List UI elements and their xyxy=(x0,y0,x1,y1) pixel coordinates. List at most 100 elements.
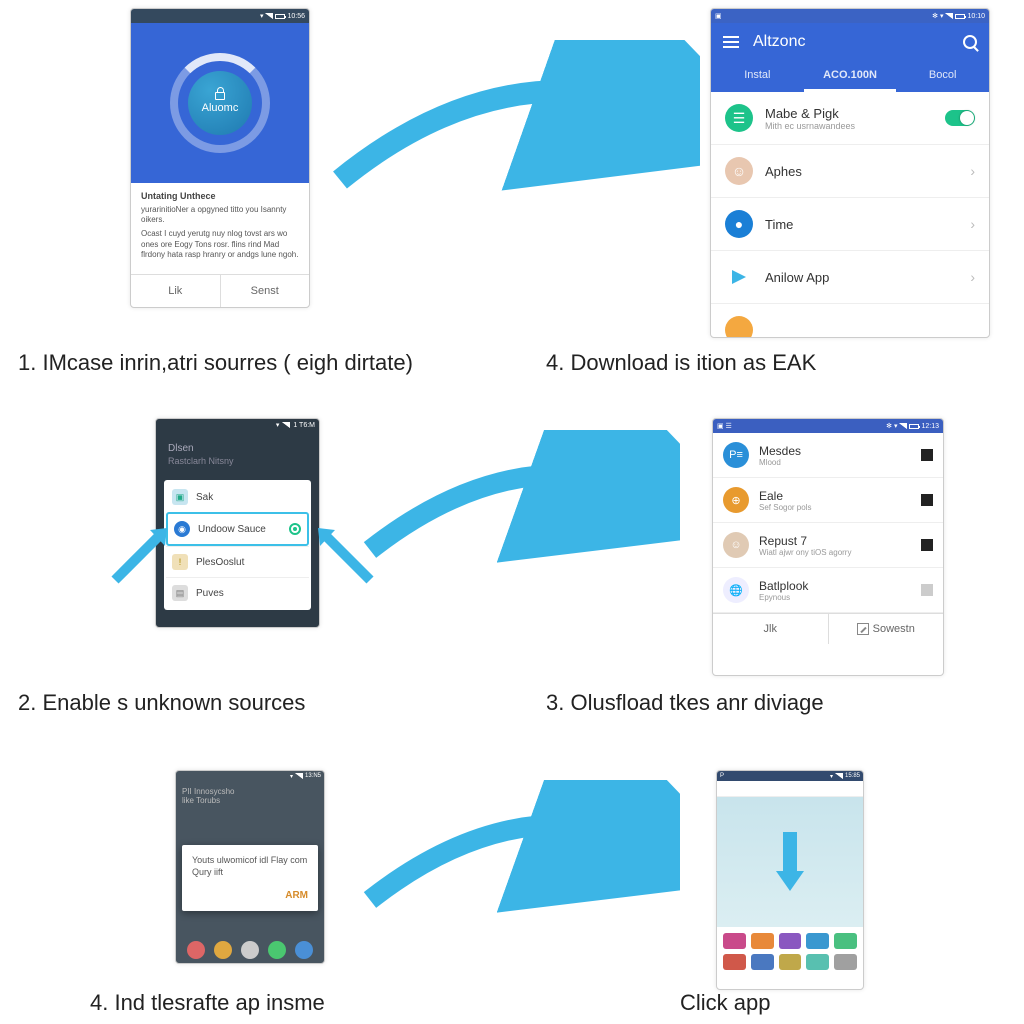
app-icon[interactable] xyxy=(723,933,746,949)
status-time: 13:N5 xyxy=(305,773,321,779)
carrier-icon: ▣ ☰ xyxy=(717,422,732,430)
wifi-icon: ▾ xyxy=(894,422,898,430)
battery-icon xyxy=(275,14,285,19)
option-label: Sak xyxy=(196,492,213,503)
app-icon[interactable] xyxy=(806,933,829,949)
file-icon: P≡ xyxy=(723,442,749,468)
avatar-icon: ☺ xyxy=(725,157,753,185)
save-button[interactable]: Sowestn xyxy=(829,614,944,644)
list-item[interactable]: P≡ MesdesMlood xyxy=(713,433,943,478)
status-bar: ▾ 1 T6:M xyxy=(156,419,319,431)
app-icon[interactable] xyxy=(834,954,857,970)
wifi-icon: ▾ xyxy=(940,12,944,20)
item-sub: Wiatl ajwr ony tiOS agorry xyxy=(759,548,921,557)
list-item[interactable]: ● Time › xyxy=(711,198,989,251)
caption-step1: 1. IMcase inrin,atri sourres ( eigh dirt… xyxy=(18,350,413,376)
item-title: Time xyxy=(765,217,970,232)
battery-icon xyxy=(955,14,965,19)
app-icon[interactable] xyxy=(779,933,802,949)
disc-icon: ⊕ xyxy=(723,487,749,513)
app-icon[interactable] xyxy=(751,954,774,970)
option-label: PlesOoslut xyxy=(196,557,244,568)
image-icon: ▣ xyxy=(172,489,188,505)
signal-icon xyxy=(295,773,303,779)
list-item[interactable]: ☺ Aphes › xyxy=(711,145,989,198)
download-arrow-icon xyxy=(770,827,810,897)
tab-local[interactable]: Bocol xyxy=(896,61,989,92)
wifi-icon: ▾ xyxy=(290,773,293,780)
app-icon[interactable] xyxy=(214,941,232,959)
info-card: Untating Unthece yurarinitioNer a opgyne… xyxy=(131,183,309,269)
item-title: Mesdes xyxy=(759,444,921,458)
app-icon[interactable] xyxy=(779,954,802,970)
globe-icon: 🌐 xyxy=(723,577,749,603)
signal-icon xyxy=(899,423,907,429)
caption-step2: 2. Enable s unknown sources xyxy=(18,690,305,716)
phone-step2: ▾ 1 T6:M Dlsen Rastclarh Nitsny ▣ Sak ◉ … xyxy=(155,418,320,628)
caption-step5: 4. Ind tlesrafte ap insme xyxy=(90,990,325,1016)
save-icon xyxy=(857,623,869,635)
avatar-icon: ☺ xyxy=(723,532,749,558)
caption-step6: Click app xyxy=(680,990,770,1016)
search-icon[interactable] xyxy=(963,35,977,49)
status-bar: ▾ 13:N5 xyxy=(176,771,324,781)
tab-install[interactable]: Instal xyxy=(711,61,804,92)
chevron-right-icon: › xyxy=(970,163,975,179)
signal-icon xyxy=(945,13,953,19)
cancel-button[interactable]: Lik xyxy=(131,275,221,307)
app-dock xyxy=(176,941,324,959)
status-bar: P▾15:85 xyxy=(717,771,863,781)
app-icon xyxy=(725,316,753,338)
app-icon[interactable] xyxy=(187,941,205,959)
progress-dial: Aluomc xyxy=(170,53,270,153)
carrier-icon: ▣ xyxy=(715,12,722,20)
download-region[interactable] xyxy=(717,797,863,927)
shield-icon: ◉ xyxy=(174,521,190,537)
list-item[interactable]: ⊕ EaleSef Sogor pols xyxy=(713,478,943,523)
item-sub: Mlood xyxy=(759,458,921,467)
checkbox[interactable] xyxy=(921,584,933,596)
menu-icon[interactable] xyxy=(723,36,739,48)
tab-action[interactable]: ACO.100N xyxy=(804,61,897,92)
item-sub: Sef Sogor pols xyxy=(759,503,921,512)
app-icon[interactable] xyxy=(295,941,313,959)
signal-icon xyxy=(835,773,843,779)
item-title: Anilow App xyxy=(765,270,970,285)
cancel-button[interactable]: Jlk xyxy=(713,614,829,644)
list-item[interactable]: ☺ Repust 7Wiatl ajwr ony tiOS agorry xyxy=(713,523,943,568)
chat-icon: ☰ xyxy=(725,104,753,132)
status-time: 15:85 xyxy=(845,773,860,779)
chevron-right-icon: › xyxy=(970,269,975,285)
option-unknown-sources[interactable]: ◉ Undoow Sauce xyxy=(166,512,309,546)
battery-icon xyxy=(909,424,919,429)
modal-confirm-button[interactable]: ARM xyxy=(192,890,308,901)
checkbox[interactable] xyxy=(921,449,933,461)
app-icon[interactable] xyxy=(751,933,774,949)
app-icon[interactable] xyxy=(723,954,746,970)
dial-label: Aluomc xyxy=(202,102,239,114)
option-label: Undoow Sauce xyxy=(198,524,266,535)
hero-area: Aluomc xyxy=(131,23,309,183)
checkbox[interactable] xyxy=(921,494,933,506)
list-item[interactable]: 🌐 BatlplookEpynous xyxy=(713,568,943,613)
card-text2: Ocast I cuyd yerutg nuy nlog tovst ars w… xyxy=(141,229,299,260)
app-icon[interactable] xyxy=(241,941,259,959)
status-bar: ▣ ✻ ▾ 10:10 xyxy=(711,9,989,23)
toggle-switch[interactable] xyxy=(945,110,975,126)
list-item[interactable]: ☰ Mabe & PigkMith ec usrnawandees xyxy=(711,92,989,145)
caption-step3: 3. Olusfload tkes anr diviage xyxy=(546,690,824,716)
dim-title: PII Innosycsho xyxy=(182,787,318,796)
checkbox[interactable] xyxy=(921,539,933,551)
option-item[interactable]: ! PlesOoslut xyxy=(166,546,309,577)
radio-on-icon xyxy=(289,523,301,535)
lock-icon xyxy=(215,92,225,100)
app-icon[interactable] xyxy=(268,941,286,959)
app-icon[interactable] xyxy=(834,933,857,949)
status-time: 10:10 xyxy=(967,13,985,20)
option-item[interactable]: ▤ Puves xyxy=(166,577,309,608)
option-item[interactable]: ▣ Sak xyxy=(166,482,309,512)
confirm-button[interactable]: Senst xyxy=(221,275,310,307)
item-sub: Mith ec usrnawandees xyxy=(765,121,945,131)
app-icon[interactable] xyxy=(806,954,829,970)
list-item[interactable]: Anilow App › xyxy=(711,251,989,304)
